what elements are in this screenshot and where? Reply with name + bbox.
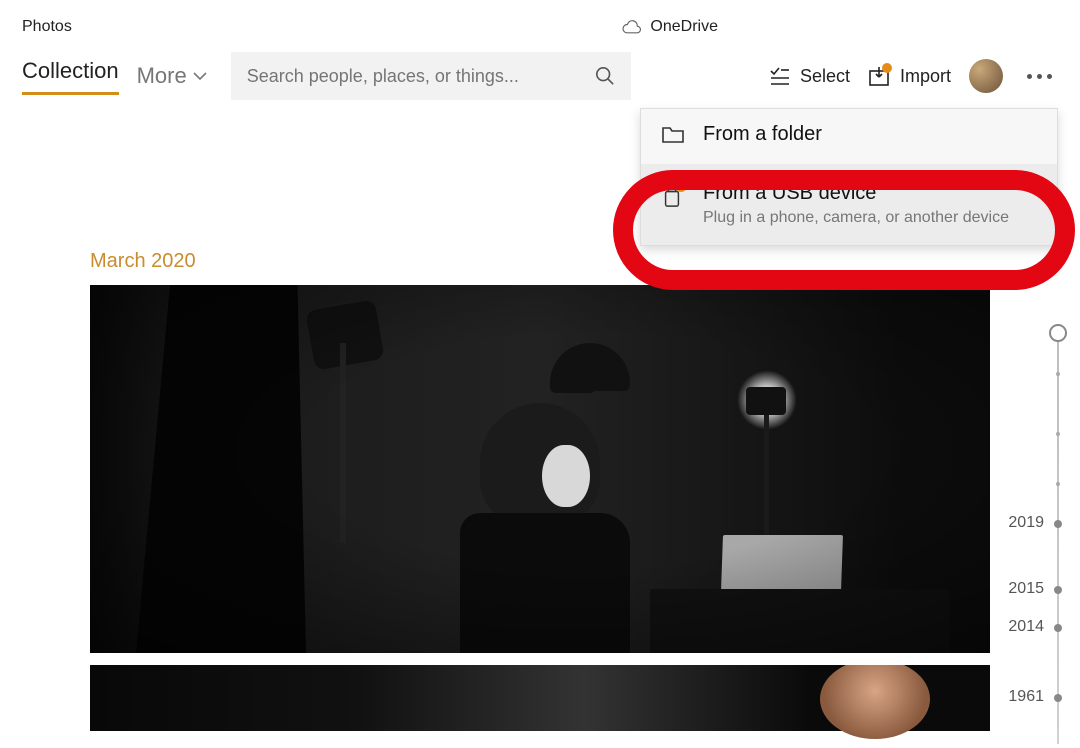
import-button[interactable]: Import	[868, 65, 951, 87]
timeline-marker[interactable]	[1054, 624, 1062, 632]
photo-scene	[90, 285, 990, 653]
date-heading[interactable]: March 2020	[90, 250, 1056, 273]
timeline-tick	[1056, 432, 1060, 436]
import-folder-title: From a folder	[703, 123, 822, 146]
photo-thumbnail[interactable]	[90, 665, 990, 731]
timeline-year[interactable]: 2019	[1008, 514, 1044, 532]
photo-thumbnail[interactable]	[90, 285, 990, 653]
timeline-cursor[interactable]	[1049, 324, 1067, 342]
select-button[interactable]: Select	[768, 65, 850, 87]
timeline-track	[1057, 324, 1059, 744]
dot-icon	[1047, 74, 1052, 79]
timeline-scrubber[interactable]: 2019 2015 2014 1961	[1004, 324, 1074, 744]
import-usb-title: From a USB device	[703, 182, 1009, 205]
tab-more-label: More	[137, 63, 187, 89]
dot-icon	[1037, 74, 1042, 79]
select-icon	[768, 65, 790, 87]
user-avatar[interactable]	[969, 59, 1003, 93]
tab-more[interactable]: More	[137, 63, 207, 89]
import-label: Import	[900, 66, 951, 87]
timeline-tick	[1056, 372, 1060, 376]
import-badge	[882, 63, 892, 73]
folder-icon	[661, 125, 685, 145]
onedrive-label: OneDrive	[650, 18, 718, 36]
timeline-year[interactable]: 2015	[1008, 580, 1044, 598]
import-from-folder[interactable]: From a folder	[641, 109, 1057, 164]
more-menu-button[interactable]	[1021, 68, 1058, 85]
import-from-usb[interactable]: From a USB device Plug in a phone, camer…	[641, 164, 1057, 245]
dot-icon	[1027, 74, 1032, 79]
tab-collection[interactable]: Collection	[22, 58, 119, 95]
onedrive-status[interactable]: OneDrive	[622, 18, 718, 36]
search-box[interactable]	[231, 52, 631, 100]
select-label: Select	[800, 66, 850, 87]
cloud-icon	[622, 20, 642, 34]
search-icon[interactable]	[595, 66, 615, 86]
search-input[interactable]	[247, 66, 577, 87]
photo-face-fragment	[820, 659, 930, 739]
timeline-tick	[1056, 482, 1060, 486]
timeline-marker[interactable]	[1054, 520, 1062, 528]
chevron-down-icon	[193, 72, 207, 81]
usb-badge	[675, 180, 687, 192]
import-dropdown: From a folder From a USB device Plug in …	[640, 108, 1058, 246]
timeline-year[interactable]: 1961	[1008, 688, 1044, 706]
timeline-marker[interactable]	[1054, 586, 1062, 594]
timeline-year[interactable]: 2014	[1008, 618, 1044, 636]
app-title: Photos	[22, 18, 72, 36]
import-usb-subtitle: Plug in a phone, camera, or another devi…	[703, 209, 1009, 227]
timeline-marker[interactable]	[1054, 694, 1062, 702]
